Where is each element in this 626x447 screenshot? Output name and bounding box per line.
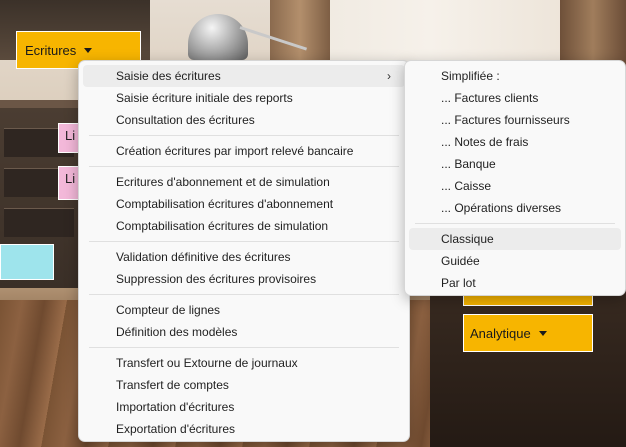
menu-item-label: Transfert ou Extourne de journaux [116,356,298,370]
menu-separator [89,135,399,136]
menu-item-label: Exportation d'écritures [116,422,236,436]
menu-item-exportation-d-ecritures[interactable]: Exportation d'écritures [83,418,405,440]
analytique-menu-button[interactable]: Analytique [463,314,593,352]
background-drawer [4,208,74,237]
menu-item-label: Par lot [441,276,476,290]
menu-separator [89,294,399,295]
submenu-item-par-lot[interactable]: Par lot [409,272,621,294]
submenu-item-simplifiee[interactable]: Simplifiée : [409,65,621,87]
menu-item-transfert-de-comptes[interactable]: Transfert de comptes [83,374,405,396]
menu-item-label: Importation d'écritures [116,400,235,414]
menu-item-label: Classique [441,232,494,246]
analytique-button-label: Analytique [470,325,531,341]
chevron-right-icon: › [387,69,391,83]
menu-item-definition-des-modeles[interactable]: Définition des modèles [83,321,405,343]
background-lamp [188,14,248,60]
submenu-item-classique[interactable]: Classique [409,228,621,250]
menu-item-label: Suppression des écritures provisoires [116,272,317,286]
menu-item-label: Compteur de lignes [116,303,221,317]
menu-item-label: Saisie écriture initiale des reports [116,91,293,105]
submenu-item-factures-fournisseurs[interactable]: ... Factures fournisseurs [409,109,621,131]
menu-item-label: Création écritures par import relevé ban… [116,144,354,158]
menu-item-label: Simplifiée : [441,69,500,83]
menu-item-consultation-des-ecritures[interactable]: Consultation des écritures [83,109,405,131]
pink-tile-label: Li [65,128,76,143]
caret-down-icon [538,330,547,336]
menu-separator [89,241,399,242]
menu-item-label: Guidée [441,254,480,268]
menu-item-importation-d-ecritures[interactable]: Importation d'écritures [83,396,405,418]
menu-item-label: Comptabilisation écritures de simulation [116,219,329,233]
menu-item-label: ... Banque [441,157,496,171]
menu-separator [415,223,615,224]
submenu-item-factures-clients[interactable]: ... Factures clients [409,87,621,109]
cyan-tile[interactable] [0,244,54,280]
pink-tile-label: Li [65,171,76,186]
ecritures-button-label: Ecritures [25,42,77,58]
menu-item-label: ... Opérations diverses [441,201,562,215]
menu-item-comptabilisation-ecritures-de-simulation[interactable]: Comptabilisation écritures de simulation [83,215,405,237]
menu-item-label: Saisie des écritures [116,69,221,83]
menu-separator [89,347,399,348]
menu-separator [89,166,399,167]
submenu-item-operations-diverses[interactable]: ... Opérations diverses [409,197,621,219]
menu-item-validation-definitive-des-ecritures[interactable]: Validation définitive des écritures [83,246,405,268]
menu-item-ecritures-d-abonnement-et-de-simulation[interactable]: Ecritures d'abonnement et de simulation [83,171,405,193]
menu-item-label: Validation définitive des écritures [116,250,291,264]
menu-item-label: Définition des modèles [116,325,238,339]
menu-item-label: ... Factures fournisseurs [441,113,570,127]
menu-item-label: Comptabilisation écritures d'abonnement [116,197,334,211]
menu-item-label: Ecritures d'abonnement et de simulation [116,175,330,189]
menu-item-comptabilisation-ecritures-d-abonnement[interactable]: Comptabilisation écritures d'abonnement [83,193,405,215]
submenu-item-guidee[interactable]: Guidée [409,250,621,272]
menu-item-label: ... Factures clients [441,91,539,105]
menu-item-label: ... Caisse [441,179,492,193]
submenu-item-caisse[interactable]: ... Caisse [409,175,621,197]
menu-item-suppression-des-ecritures-provisoires[interactable]: Suppression des écritures provisoires [83,268,405,290]
menu-item-creation-ecritures-par-import-releve-bancaire[interactable]: Création écritures par import relevé ban… [83,140,405,162]
menu-item-saisie-ecriture-initiale-des-reports[interactable]: Saisie écriture initiale des reports [83,87,405,109]
saisie-submenu: Simplifiée : ... Factures clients ... Fact… [404,60,626,296]
menu-item-compteur-de-lignes[interactable]: Compteur de lignes [83,299,405,321]
ecritures-dropdown-menu: Saisie des écritures › Saisie écriture ini… [78,60,410,442]
caret-down-icon [84,47,93,53]
menu-item-label: Transfert de comptes [116,378,229,392]
menu-item-label: Consultation des écritures [116,113,255,127]
submenu-item-banque[interactable]: ... Banque [409,153,621,175]
menu-item-transfert-ou-extourne-de-journaux[interactable]: Transfert ou Extourne de journaux [83,352,405,374]
menu-item-saisie-des-ecritures[interactable]: Saisie des écritures › [83,65,405,87]
menu-item-label: ... Notes de frais [441,135,529,149]
submenu-item-notes-de-frais[interactable]: ... Notes de frais [409,131,621,153]
